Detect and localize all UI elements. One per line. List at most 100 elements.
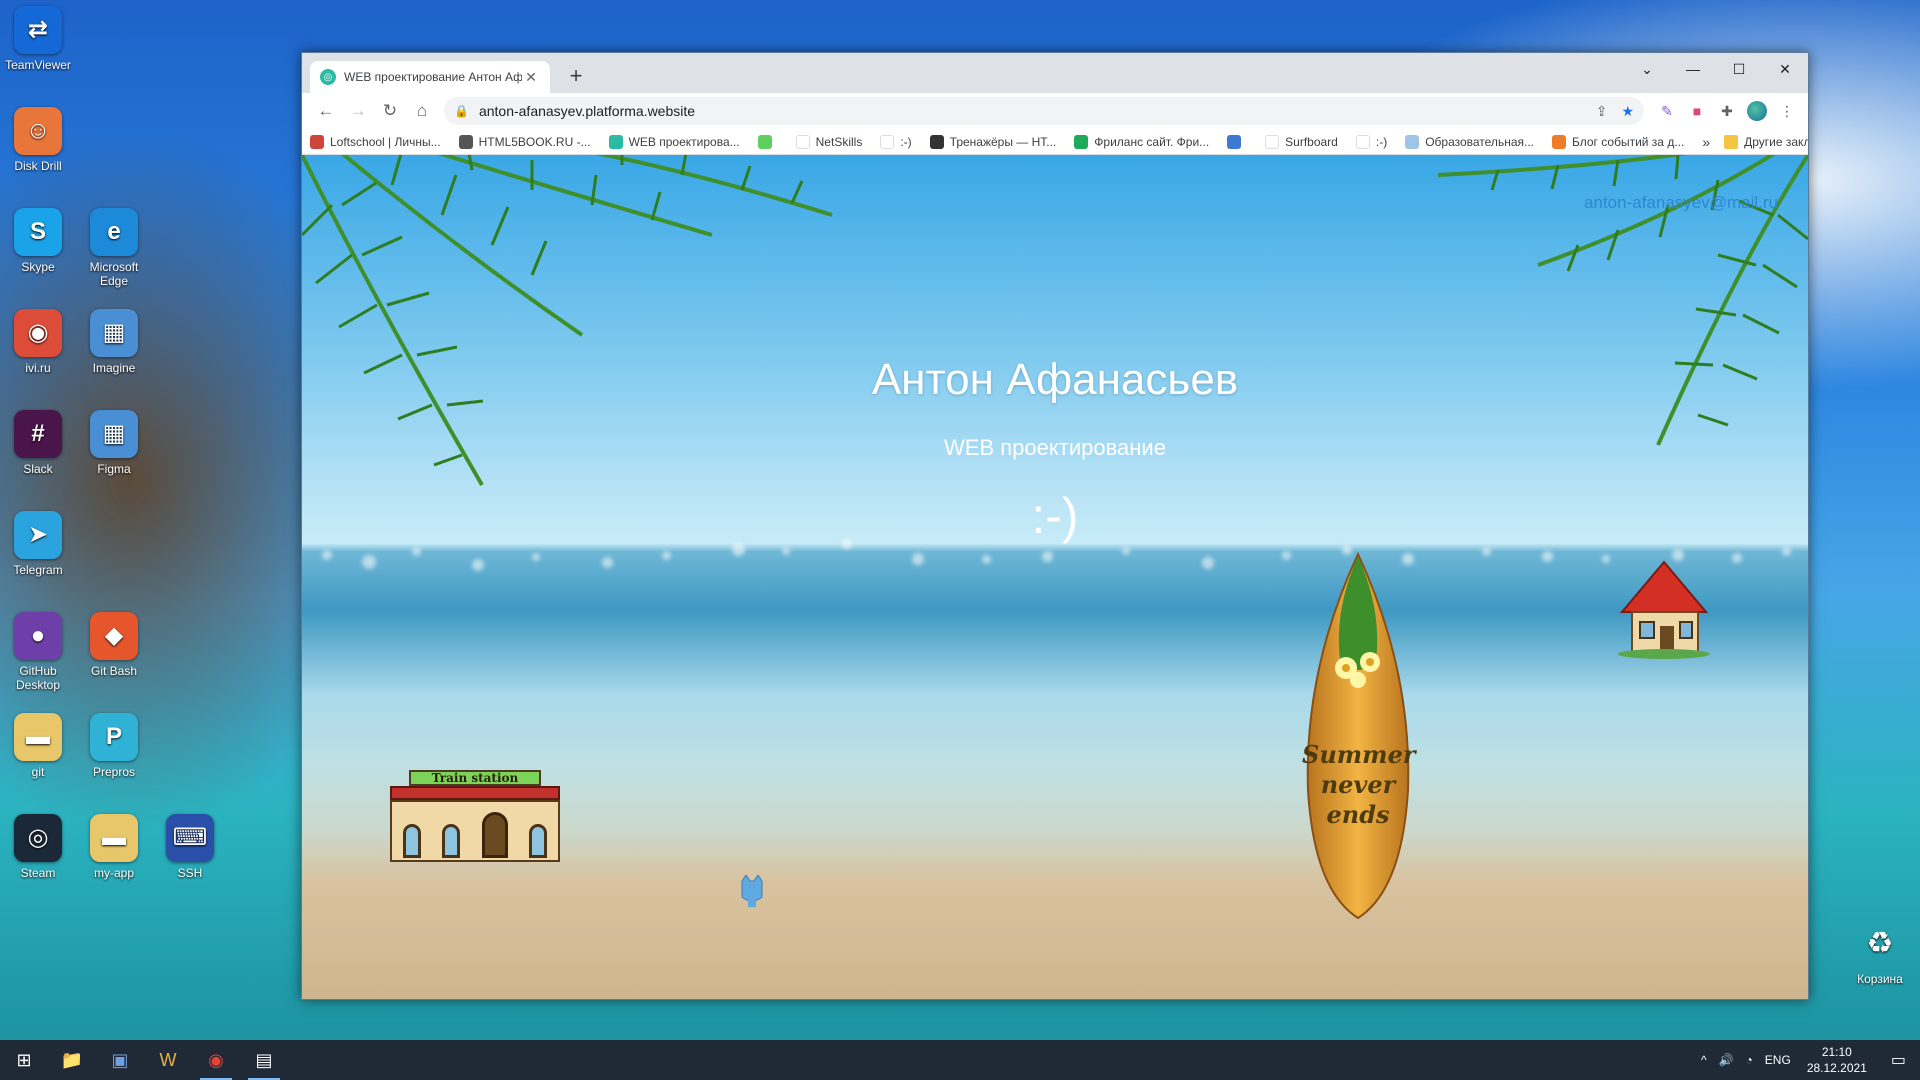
bookmark-item[interactable]: Блог событий за д... [1552, 134, 1685, 149]
start-button[interactable]: ⊞ [0, 1040, 48, 1080]
site-email-link[interactable]: anton-afanasyev@mail.ru [1584, 193, 1778, 213]
reload-button[interactable]: ↻ [374, 97, 406, 125]
address-url[interactable]: anton-afanasyev.platforma.website [479, 103, 1582, 119]
bookmarks-overflow-icon[interactable]: » [1702, 134, 1710, 150]
other-bookmarks-link[interactable]: Другие закладки [1744, 135, 1808, 149]
bookmark-item[interactable] [1227, 134, 1247, 149]
prepros-icon: P [90, 713, 138, 761]
surfboard-line-2: never [1320, 770, 1396, 799]
desktop-icon-git-bash[interactable]: ◆ Git Bash [76, 612, 152, 678]
tab-close-icon[interactable]: ✕ [522, 69, 540, 86]
new-tab-button[interactable]: + [562, 63, 590, 89]
network-icon[interactable]: ◔ [1740, 1053, 1759, 1067]
folder-icon [1724, 134, 1739, 149]
address-bar[interactable]: 🔒 anton-afanasyev.platforma.website ⇪ ★ [444, 97, 1644, 125]
maximize-button[interactable]: ☐ [1716, 53, 1762, 85]
surfboard-link[interactable]: Summer never ends [1302, 550, 1415, 920]
chrome-taskbar-icon[interactable]: ◉ [192, 1040, 240, 1080]
page-subtitle: WEB проектирование [944, 435, 1166, 460]
bookmark-item[interactable]: HTML5BOOK.RU -... [458, 134, 591, 149]
bookmark-item[interactable]: :-) [1355, 134, 1387, 149]
bookmark-item[interactable]: Фриланс сайт. Фри... [1074, 134, 1209, 149]
desktop-icon-label: Microsoft Edge [89, 260, 139, 288]
forward-button[interactable]: → [342, 97, 374, 125]
site-favicon-icon: ◎ [320, 69, 336, 85]
menu-kebab-icon[interactable]: ⋮ [1774, 100, 1800, 122]
bookmark-item[interactable]: Loftschool | Личны... [310, 134, 441, 149]
back-button[interactable]: ← [310, 97, 342, 125]
extensions-puzzle-icon[interactable]: ✚ [1714, 100, 1740, 122]
bokeh-dot [472, 559, 484, 571]
taskbar: ⊞ 📁 ▣ W ◉ ▤ ^ 🔊 ◔ ENG 21:10 28.12.2021 ▭ [0, 1040, 1920, 1080]
desktop-icon-steam[interactable]: ◎ Steam [0, 814, 76, 880]
bookmark-item[interactable]: Тренажёры — HT... [929, 134, 1057, 149]
tray-chevron-icon[interactable]: ^ [1695, 1053, 1713, 1067]
desktop-icon-microsoft-edge[interactable]: e Microsoft Edge [76, 208, 152, 288]
color-extension-icon[interactable]: ■ [1684, 100, 1710, 122]
bookmark-star-icon[interactable]: ★ [1621, 103, 1634, 120]
bokeh-dot [1782, 547, 1791, 556]
desktop-icon-ivi-ru[interactable]: ◉ ivi.ru [0, 309, 76, 375]
bookmark-favicon-icon [1405, 134, 1420, 149]
media-app-icon[interactable]: ▤ [240, 1040, 288, 1080]
volume-icon[interactable]: 🔊 [1713, 1053, 1740, 1067]
desktop-icon-telegram[interactable]: ➤ Telegram [0, 511, 76, 577]
bookmark-label: Блог событий за д... [1572, 134, 1685, 149]
desktop-icon-label: Prepros [92, 765, 136, 779]
bookmark-item[interactable]: WEB проектирова... [608, 134, 740, 149]
language-indicator[interactable]: ENG [1759, 1053, 1797, 1067]
clock-time: 21:10 [1821, 1045, 1852, 1059]
desktop-icon-slack[interactable]: # Slack [0, 410, 76, 476]
browser-toolbar: ← → ↻ ⌂ 🔒 anton-afanasyev.platforma.webs… [302, 93, 1808, 129]
desktop-icon-imagine[interactable]: ▦ Imagine [76, 309, 152, 375]
bookmark-item[interactable]: Surfboard [1265, 134, 1338, 149]
desktop-icon-disk-drill[interactable]: ☺ Disk Drill [0, 107, 76, 173]
wow-app-icon[interactable]: W [144, 1040, 192, 1080]
tab-search-button[interactable]: ⌄ [1624, 53, 1670, 85]
bookmark-item[interactable]: NetSkills [795, 134, 863, 149]
bokeh-dot [602, 557, 613, 568]
github-desktop-icon: ● [14, 612, 62, 660]
train-station-link[interactable]: Train station [390, 770, 560, 862]
desktop-icon-ssh[interactable]: ⌨ SSH [152, 814, 228, 880]
save-app-icon[interactable]: ▣ [96, 1040, 144, 1080]
imagine-icon: ▦ [90, 309, 138, 357]
bokeh-dot [1542, 551, 1553, 562]
telegram-icon: ➤ [14, 511, 62, 559]
notifications-icon[interactable]: ▭ [1877, 1050, 1920, 1070]
desktop-icon-figma[interactable]: ▦ Figma [76, 410, 152, 476]
ivi-ru-icon: ◉ [14, 309, 62, 357]
disk-drill-icon: ☺ [14, 107, 62, 155]
bookmark-item[interactable] [757, 134, 778, 149]
blue-cat-icon[interactable] [738, 874, 766, 907]
recycle-bin[interactable]: ♻ Корзина [1842, 920, 1918, 987]
desktop-icon-label: Imagine [92, 361, 136, 375]
desktop-icon-label: Git Bash [90, 664, 138, 678]
minimize-button[interactable]: — [1670, 53, 1716, 85]
desktop-icon-my-app[interactable]: ▬ my-app [76, 814, 152, 880]
bookmark-label: NetSkills [815, 134, 863, 149]
home-button[interactable]: ⌂ [406, 97, 438, 125]
desktop-icon-prepros[interactable]: P Prepros [76, 713, 152, 779]
clock[interactable]: 21:10 28.12.2021 [1797, 1044, 1877, 1076]
system-tray: ^ 🔊 ◔ ENG 21:10 28.12.2021 ▭ [1695, 1040, 1920, 1080]
bookmark-label: Loftschool | Личны... [330, 134, 441, 149]
desktop-icon-skype[interactable]: S Skype [0, 208, 76, 274]
share-icon[interactable]: ⇪ [1596, 103, 1608, 120]
bookmark-label: Тренажёры — HT... [949, 134, 1057, 149]
surfboard-line-3: ends [1326, 800, 1390, 829]
bookmark-item[interactable]: Образовательная... [1405, 134, 1534, 149]
house-link[interactable] [1618, 560, 1710, 660]
desktop-icon-github-desktop[interactable]: ● GitHub Desktop [0, 612, 76, 692]
bookmark-item[interactable]: :-) [880, 134, 912, 149]
tab-active[interactable]: ◎ WEB проектирование Антон Аф ✕ [310, 61, 550, 93]
pen-extension-icon[interactable]: ✎ [1654, 100, 1680, 122]
house-image [1618, 560, 1710, 659]
desktop-icon-git[interactable]: ▬ git [0, 713, 76, 779]
file-explorer-icon[interactable]: 📁 [48, 1040, 96, 1080]
close-window-button[interactable]: ✕ [1762, 53, 1808, 85]
profile-avatar[interactable] [1744, 100, 1770, 122]
lock-icon: 🔒 [454, 104, 469, 118]
desktop-icon-teamviewer[interactable]: ⇄ TeamViewer [0, 6, 76, 72]
bookmark-favicon-icon [1227, 134, 1242, 149]
